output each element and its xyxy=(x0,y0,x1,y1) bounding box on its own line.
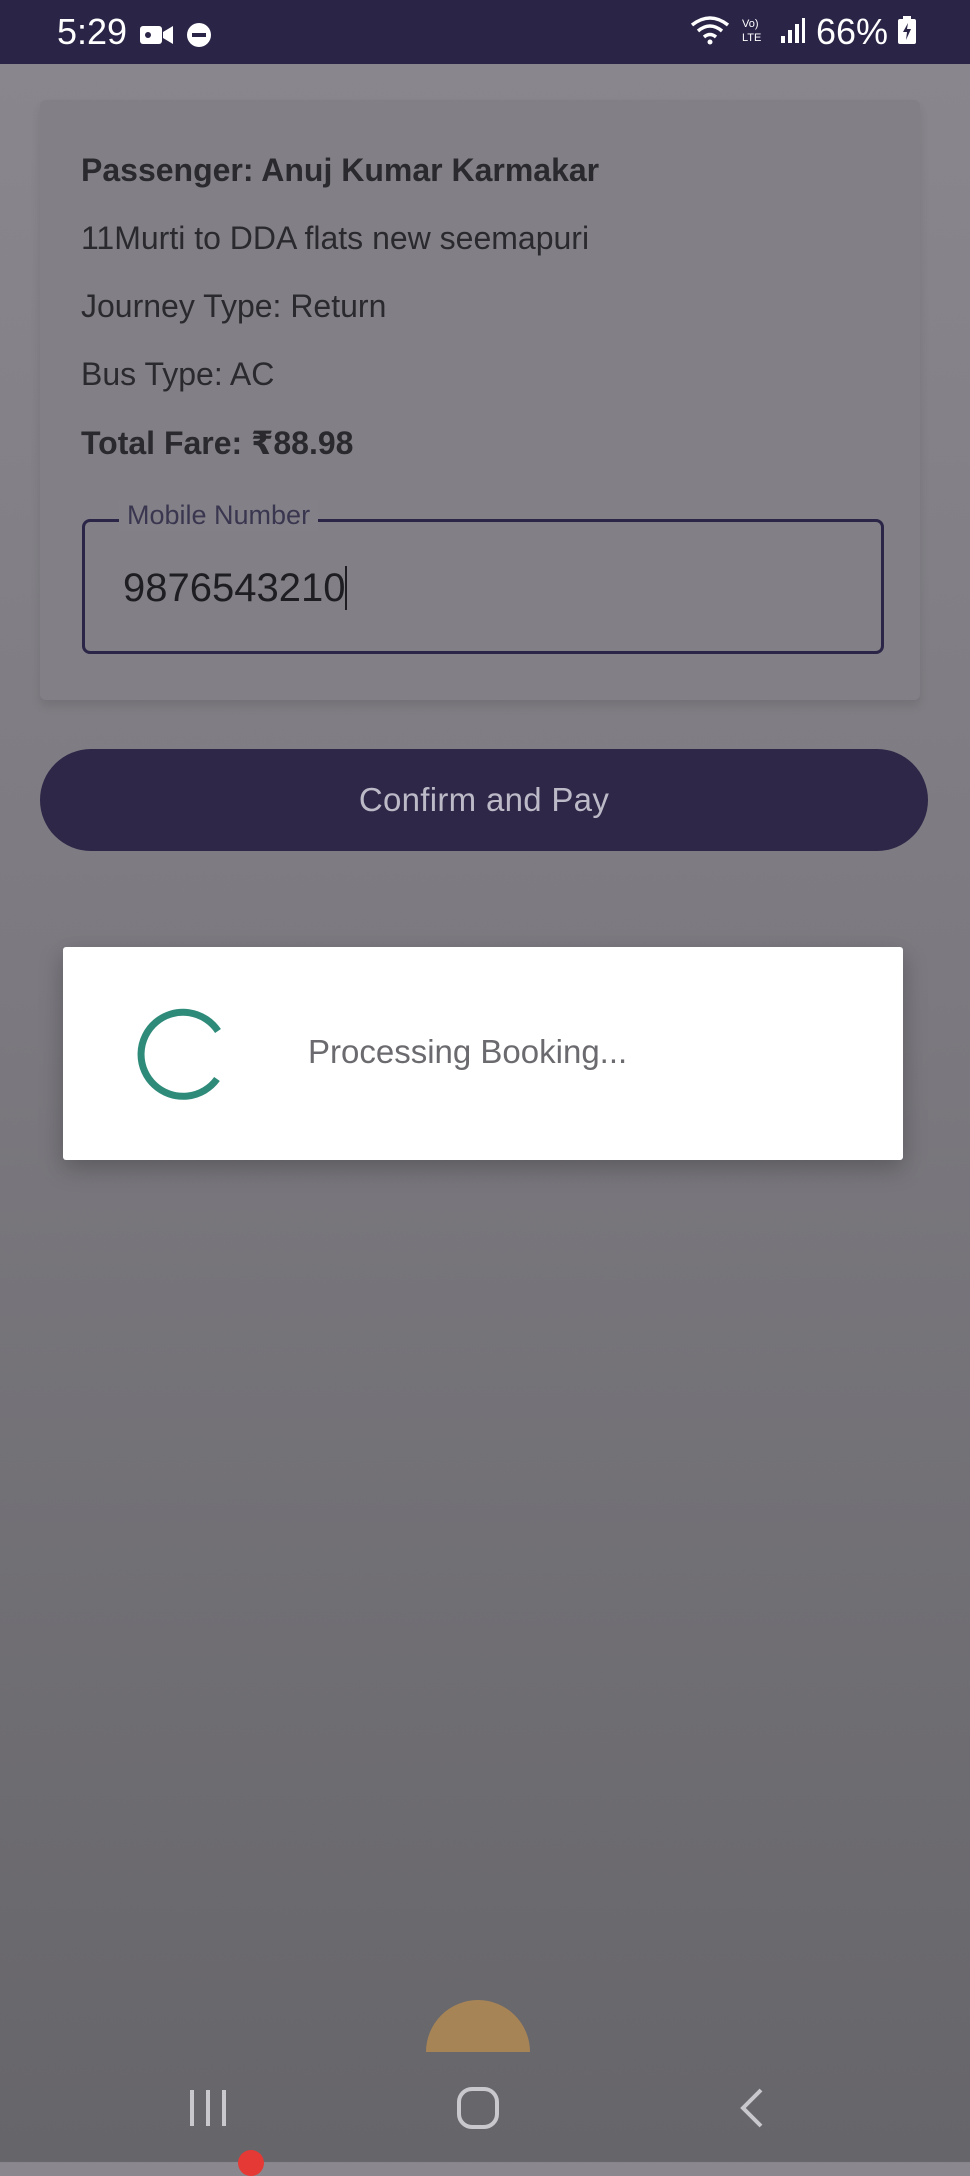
status-bar: 5:29 Vo) LTE 66% xyxy=(0,0,970,64)
video-recording-icon xyxy=(140,24,174,51)
mobile-number-input[interactable]: 9876543210 xyxy=(123,566,348,610)
svg-text:Vo): Vo) xyxy=(742,18,759,30)
floating-bubble xyxy=(426,2000,530,2052)
navigation-bar xyxy=(0,2060,970,2162)
do-not-disturb-icon xyxy=(186,22,212,53)
processing-dialog: Processing Booking... xyxy=(63,947,903,1160)
svg-text:LTE: LTE xyxy=(742,32,761,44)
mobile-number-label: Mobile Number xyxy=(119,500,319,531)
route-text: 11Murti to DDA flats new seemapuri xyxy=(81,220,590,256)
loading-spinner-icon xyxy=(133,1003,233,1103)
total-fare: Total Fare: ₹88.98 xyxy=(81,425,354,461)
status-left-icons xyxy=(140,22,212,53)
mobile-number-value: 9876543210 xyxy=(123,566,346,610)
mobile-number-field[interactable]: Mobile Number 9876543210 xyxy=(82,500,884,654)
bus-type: Bus Type: AC xyxy=(81,356,275,392)
status-right-icons: Vo) LTE 66% xyxy=(690,14,916,50)
passenger-name: Passenger: Anuj Kumar Karmakar xyxy=(81,152,600,188)
recent-apps-icon xyxy=(186,2088,230,2133)
processing-message: Processing Booking... xyxy=(308,1033,628,1070)
recent-apps-button[interactable] xyxy=(178,2080,238,2140)
recording-indicator-dot xyxy=(238,2150,264,2176)
battery-percent: 66% xyxy=(815,11,888,52)
wifi-icon xyxy=(690,15,730,50)
signal-icon xyxy=(780,16,806,49)
home-icon xyxy=(456,2086,500,2135)
back-button[interactable] xyxy=(722,2080,782,2140)
battery-charging-icon xyxy=(898,15,916,49)
journey-type: Journey Type: Return xyxy=(81,288,387,324)
confirm-and-pay-button[interactable]: Confirm and Pay xyxy=(40,749,928,851)
back-icon xyxy=(737,2086,767,2135)
volte-icon: Vo) LTE xyxy=(740,15,770,50)
status-time: 5:29 xyxy=(57,11,128,52)
text-caret xyxy=(345,566,348,610)
home-button[interactable] xyxy=(448,2080,508,2140)
